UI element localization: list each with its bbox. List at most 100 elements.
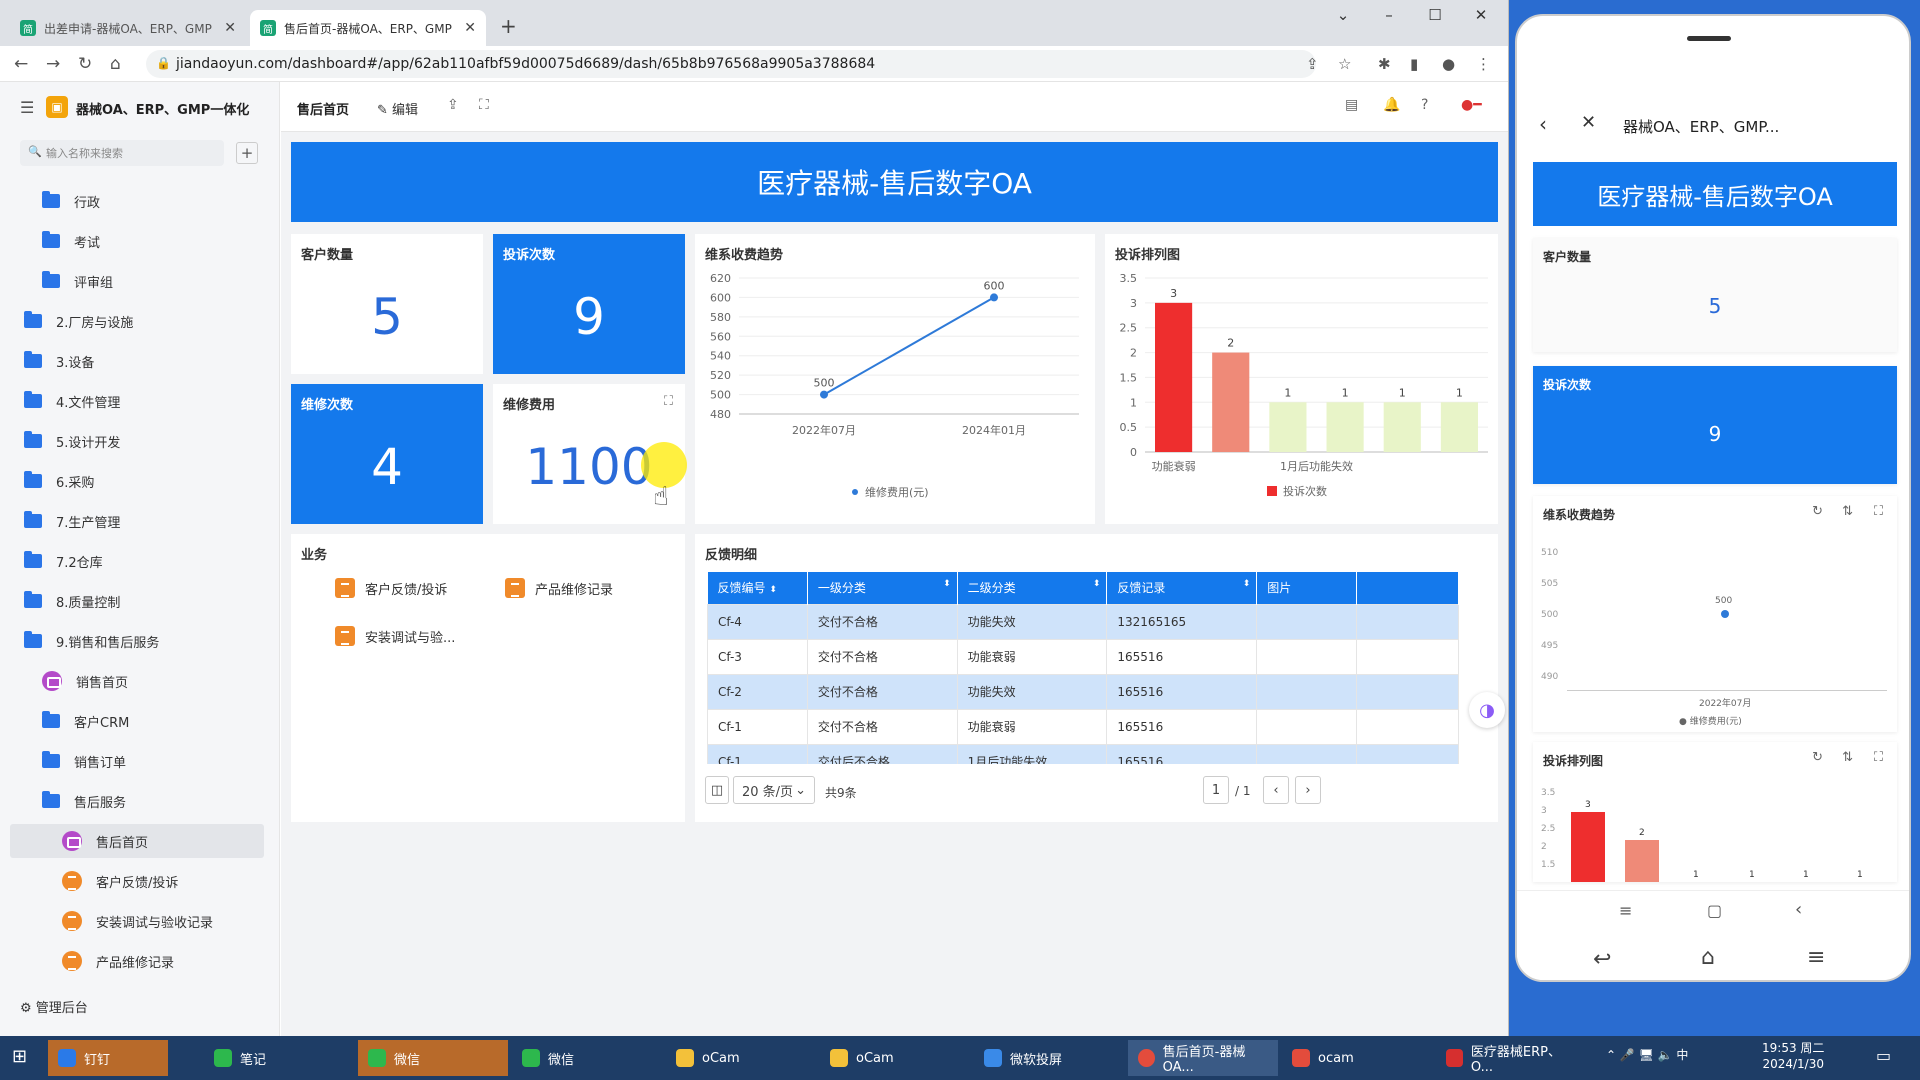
sidebar-item-equipment[interactable]: 3.设备 [10, 344, 264, 378]
column-header[interactable]: 反馈记录 ⬍ [1106, 572, 1258, 604]
table-row[interactable]: Cf-1 交付不合格 功能衰弱 165516 [707, 708, 1459, 745]
sidebar-item-orders[interactable]: 销售订单 [10, 744, 264, 778]
refresh-icon[interactable]: ↻ [1812, 504, 1823, 519]
admin-link[interactable]: ⚙ 管理后台 [20, 997, 88, 1016]
taskbar-item-active[interactable]: 售后首页-器械OA... [1128, 1040, 1278, 1076]
form-icon [335, 578, 355, 598]
y-tick-label: 600 [710, 291, 731, 304]
page-size-select[interactable]: 20 条/页 ⌄ [733, 776, 815, 804]
reload-icon[interactable]: ↻ [78, 54, 92, 74]
column-header[interactable]: 二级分类 ⬍ [957, 572, 1108, 604]
column-header[interactable]: 一级分类 ⬍ [807, 572, 958, 604]
sidebar-item-warehouse[interactable]: 7.2仓库 [10, 544, 264, 578]
export-icon[interactable]: ⇪ [447, 97, 459, 113]
sidebar-item-repair[interactable]: 产品维修记录 [10, 944, 264, 978]
business-link-feedback[interactable]: 客户反馈/投诉 [335, 578, 447, 598]
sidebar-item-purchase[interactable]: 6.采购 [10, 464, 264, 498]
close-icon[interactable]: ✕ [1581, 112, 1596, 133]
tab-search-icon[interactable]: ⌄ [1328, 6, 1358, 24]
table-row[interactable]: Cf-3 交付不合格 功能衰弱 165516 [707, 638, 1459, 675]
sidebar-item-sales-service[interactable]: 9.销售和售后服务 [10, 624, 264, 658]
layout-icon[interactable]: ▤ [1345, 97, 1358, 113]
sidebar-item-facility[interactable]: 2.厂房与设施 [10, 304, 264, 338]
table-row[interactable]: Cf-1 交付后不合格 1月后功能失效 165516 [707, 743, 1459, 764]
close-window-icon[interactable]: ✕ [1466, 6, 1496, 24]
sidebar-item-sales-home[interactable]: 销售首页 [10, 664, 264, 698]
bell-icon[interactable]: 🔔 [1383, 97, 1400, 113]
user-avatar-icon[interactable]: ●━ [1461, 97, 1482, 113]
bookmark-star-icon[interactable]: ☆ [1338, 55, 1351, 73]
sidebar-item-exam[interactable]: 考试 [10, 224, 264, 258]
sidebar-item-docs[interactable]: 4.文件管理 [10, 384, 264, 418]
sort-icon[interactable]: ⇅ [1842, 504, 1853, 519]
home-icon[interactable]: ⌂ [110, 54, 121, 74]
back-icon[interactable]: ‹ [1539, 112, 1547, 136]
browser-menu-icon[interactable]: ⋮ [1476, 55, 1491, 73]
sort-icon[interactable]: ⇅ [1842, 750, 1853, 765]
table-row[interactable]: Cf-4 交付不合格 功能失效 132165165 [707, 603, 1459, 640]
back-icon[interactable]: ← [14, 54, 28, 74]
sidebar-item-install[interactable]: 安装调试与验收记录 [10, 904, 264, 938]
taskbar-item[interactable]: 钉钉 [48, 1040, 168, 1076]
search-input[interactable]: 🔍 输入名称来搜索 [20, 140, 224, 166]
fullscreen-icon[interactable]: ⛶ [479, 97, 489, 113]
extensions-icon[interactable]: ✱ [1378, 55, 1391, 73]
maximize-icon[interactable]: ☐ [1420, 6, 1450, 24]
sidebar-item-after-sales-home[interactable]: 售后首页 [10, 824, 264, 858]
profile-icon[interactable]: ● [1442, 55, 1455, 73]
home-icon[interactable]: ⌂ [1701, 945, 1715, 970]
close-tab-icon[interactable]: ✕ [464, 20, 476, 36]
expand-icon[interactable]: ⛶ [1874, 504, 1883, 519]
expand-icon[interactable]: ⛶ [664, 394, 673, 409]
sidebar-item-feedback[interactable]: 客户反馈/投诉 [10, 864, 264, 898]
new-tab-icon[interactable]: + [500, 14, 517, 38]
taskbar-item[interactable]: oCam [666, 1040, 816, 1076]
taskbar-item[interactable]: 微信 [358, 1040, 508, 1076]
hamburger-menu-icon[interactable]: ☰ [20, 98, 34, 117]
sidebar-item-quality[interactable]: 8.质量控制 [10, 584, 264, 618]
side-panel-icon[interactable]: ▮ [1410, 55, 1418, 73]
windows-start-icon[interactable]: ⊞ [12, 1046, 27, 1067]
business-link-repair[interactable]: 产品维修记录 [505, 578, 613, 598]
menu-icon[interactable]: ≡ [1807, 945, 1825, 970]
forward-icon[interactable]: → [46, 54, 60, 74]
sidebar-item-crm[interactable]: 客户CRM [10, 704, 264, 738]
browser-tab[interactable]: 简 出差申请-器械OA、ERP、GMP ✕ [10, 10, 246, 46]
sidebar-item-review[interactable]: 评审组 [10, 264, 264, 298]
taskbar-item[interactable]: oCam [820, 1040, 970, 1076]
menu-icon[interactable]: ≡ [1619, 901, 1632, 920]
url-input[interactable]: 🔒 jiandaoyun.com/dashboard#/app/62ab110a… [146, 50, 1316, 78]
refresh-icon[interactable]: ↻ [1812, 750, 1823, 765]
page-input[interactable]: 1 [1203, 776, 1229, 804]
close-tab-icon[interactable]: ✕ [224, 20, 236, 36]
add-item-button[interactable]: + [236, 142, 258, 164]
next-page-button[interactable]: › [1295, 776, 1321, 804]
prev-page-button[interactable]: ‹ [1263, 776, 1289, 804]
back-icon[interactable]: ‹ [1795, 899, 1802, 920]
notification-icon[interactable]: ▭ [1876, 1046, 1891, 1065]
sidebar-item-after-sales[interactable]: 售后服务 [10, 784, 264, 818]
taskbar-item[interactable]: 微软投屏 [974, 1040, 1124, 1076]
sidebar-item-admin[interactable]: 行政 [10, 184, 264, 218]
tray-icons[interactable]: ⌃ 🎤 🖥 🔈 中 [1606, 1046, 1688, 1063]
ai-assistant-icon[interactable]: ◑ [1469, 692, 1505, 728]
taskbar-item[interactable]: 微信 [512, 1040, 662, 1076]
minimize-icon[interactable]: – [1374, 6, 1404, 24]
edit-button[interactable]: ✎ 编辑 [377, 99, 418, 118]
column-header[interactable]: 图片 [1256, 572, 1358, 604]
help-icon[interactable]: ? [1421, 97, 1428, 113]
square-icon[interactable]: ▢ [1707, 901, 1722, 920]
table-row[interactable]: Cf-2 交付不合格 功能失效 165516 [707, 673, 1459, 710]
taskbar-item[interactable]: 医疗器械ERP、O... [1436, 1040, 1586, 1076]
taskbar-item[interactable]: 笔记 [204, 1040, 354, 1076]
taskbar-item[interactable]: ocam [1282, 1040, 1432, 1076]
business-link-install[interactable]: 安装调试与验... [335, 626, 455, 646]
column-settings-icon[interactable]: ◫ [705, 776, 729, 804]
sidebar-item-production[interactable]: 7.生产管理 [10, 504, 264, 538]
sidebar-item-design[interactable]: 5.设计开发 [10, 424, 264, 458]
expand-icon[interactable]: ⛶ [1874, 750, 1883, 765]
browser-tab-active[interactable]: 简 售后首页-器械OA、ERP、GMP ✕ [250, 10, 486, 46]
column-header[interactable]: 反馈编号 ⬍ [707, 572, 808, 604]
share-icon[interactable]: ⇪ [1306, 55, 1319, 73]
return-icon[interactable]: ↩ [1593, 947, 1611, 972]
